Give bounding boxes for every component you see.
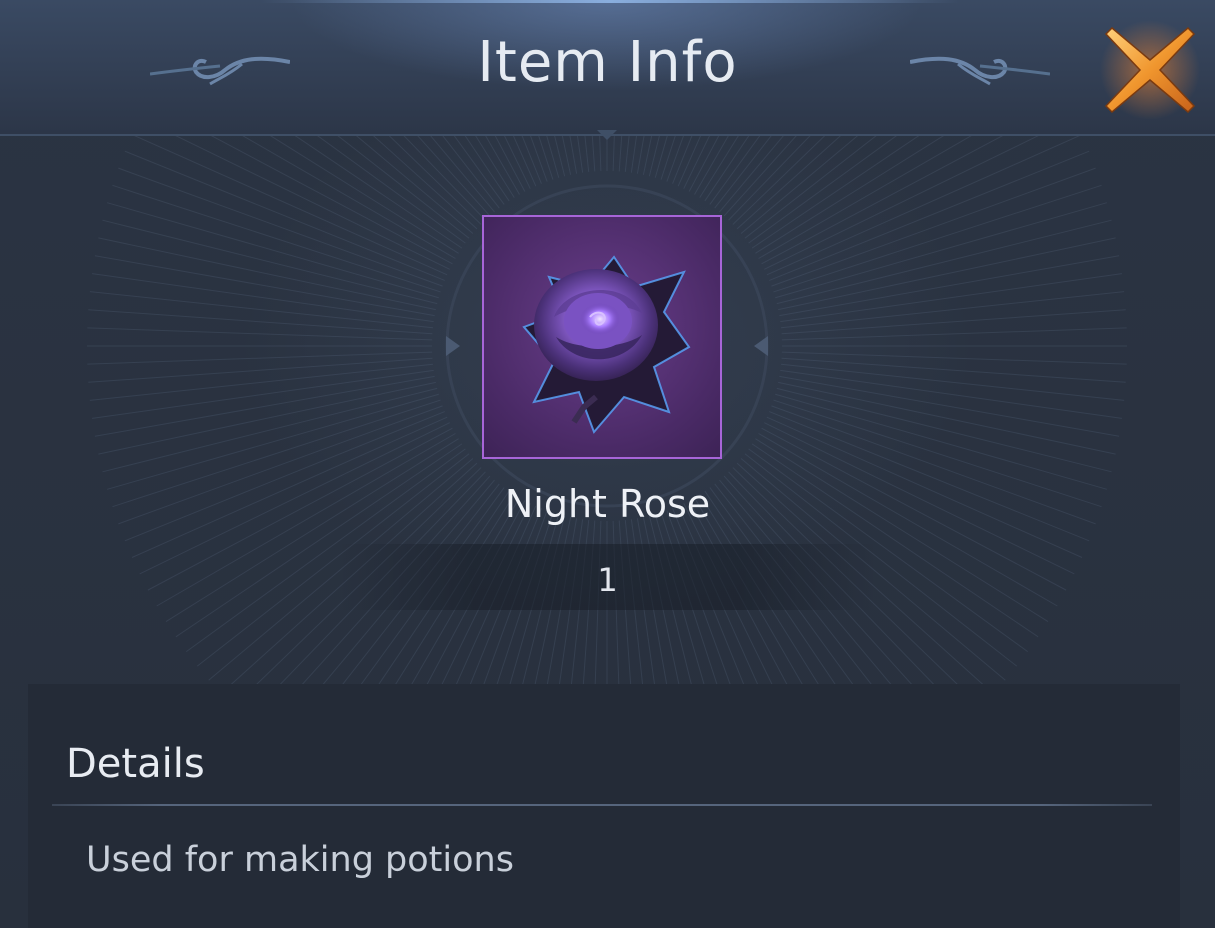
item-icon-frame[interactable] (482, 215, 722, 459)
background-ray (758, 136, 972, 259)
background-ray (430, 136, 495, 213)
background-ray (732, 136, 826, 225)
background-ray (688, 136, 720, 192)
background-ray (666, 136, 684, 182)
background-ray (677, 136, 702, 187)
background-ray (124, 150, 445, 281)
background-ray (175, 136, 450, 270)
background-ray (719, 136, 784, 213)
background-ray (755, 136, 945, 254)
background-ray (442, 136, 500, 209)
background-ray (464, 136, 510, 202)
background-ray (728, 136, 811, 221)
background-ray (403, 136, 486, 221)
background-ray (591, 136, 596, 172)
background-ray (355, 136, 474, 234)
background-ray (723, 136, 797, 217)
background-ray (761, 136, 1004, 265)
background-ray (683, 136, 710, 189)
night-rose-icon (522, 255, 691, 434)
background-ray (512, 136, 537, 187)
background-ray (210, 136, 453, 265)
background-ray (764, 136, 1039, 270)
header-divider-arrow (597, 130, 617, 140)
background-ray (417, 136, 491, 217)
background-ray (776, 219, 1112, 305)
background-ray (494, 136, 526, 192)
header-glow-line (260, 0, 960, 3)
background-ray (102, 387, 438, 473)
item-name: Night Rose (504, 482, 711, 526)
background-ray (740, 136, 859, 234)
background-ray (569, 136, 578, 174)
background-ray (337, 136, 470, 239)
background-ray (654, 136, 668, 178)
background-ray (748, 136, 897, 244)
background-ray (294, 136, 463, 249)
background-ray (269, 136, 459, 254)
background-ray (317, 136, 466, 244)
background-ray (751, 136, 920, 249)
background-ray (504, 136, 531, 189)
item-info-panel: Item Info Night Rose 1 Details Used for … (0, 0, 1215, 928)
background-ray (636, 136, 645, 174)
details-heading: Details (66, 741, 205, 787)
background-ray (714, 136, 772, 209)
background-ray (134, 136, 448, 276)
details-description: Used for making potions (86, 840, 514, 880)
background-ray (776, 387, 1112, 473)
background-ray (699, 136, 739, 198)
item-quantity: 1 (597, 561, 618, 599)
background-ray (475, 136, 515, 198)
background-ray (546, 136, 560, 178)
details-divider (52, 804, 1152, 806)
details-section (28, 684, 1180, 928)
background-ray (530, 136, 548, 182)
background-ray (766, 136, 1080, 276)
background-ray (769, 150, 1090, 281)
header-bar: Item Info (0, 0, 1215, 136)
background-ray (388, 136, 482, 225)
background-ray (744, 136, 877, 239)
background-ray (618, 136, 623, 172)
background-ray (704, 136, 750, 202)
page-title: Item Info (477, 30, 738, 95)
background-ray (242, 136, 456, 259)
background-ray (102, 219, 438, 305)
close-icon[interactable] (1098, 18, 1202, 122)
